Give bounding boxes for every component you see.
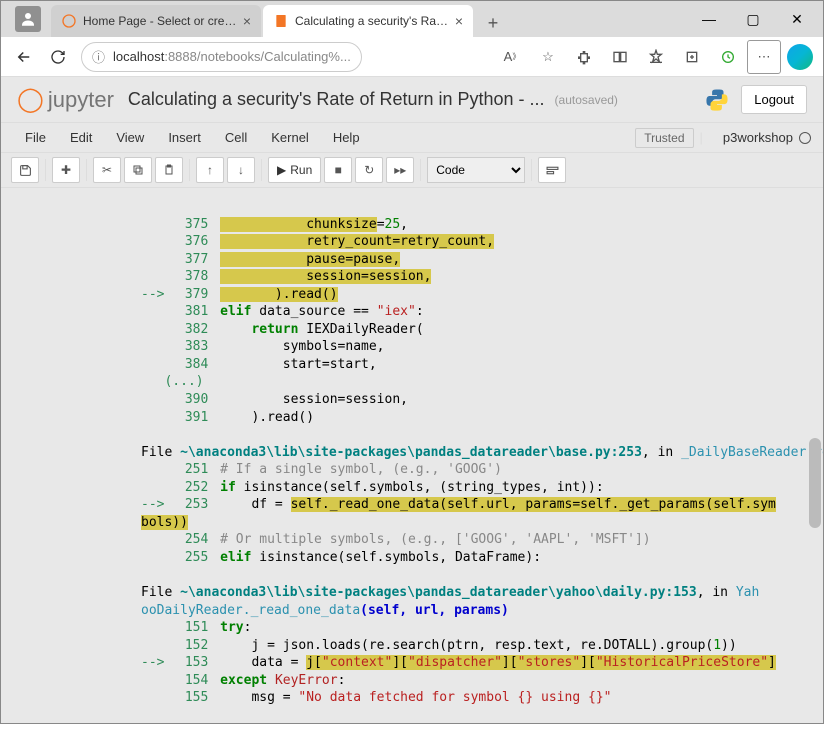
logout-button[interactable]: Logout — [741, 85, 807, 114]
site-info-icon[interactable]: ⓘ — [92, 47, 105, 66]
bing-chat-icon[interactable] — [783, 40, 817, 74]
trusted-badge[interactable]: Trusted — [635, 128, 693, 148]
notebook-tab-icon — [273, 13, 289, 29]
close-tab-icon[interactable]: × — [243, 13, 251, 29]
profile-avatar-icon[interactable] — [15, 6, 41, 32]
scrollbar-thumb[interactable] — [809, 438, 821, 528]
kernel-name: p3workshop — [723, 130, 793, 145]
url-input[interactable]: ⓘ localhost:8888/notebooks/Calculating%.… — [81, 42, 362, 72]
maximize-button[interactable]: ▢ — [731, 4, 775, 34]
close-button[interactable]: ✕ — [775, 4, 819, 34]
copy-button[interactable] — [124, 157, 152, 183]
collections-icon[interactable] — [675, 40, 709, 74]
autosave-status: (autosaved) — [555, 93, 618, 107]
split-screen-icon[interactable] — [603, 40, 637, 74]
new-tab-button[interactable]: + — [479, 9, 507, 37]
add-cell-button[interactable]: ✚ — [52, 157, 80, 183]
move-up-button[interactable]: ↑ — [196, 157, 224, 183]
cut-button[interactable]: ✂ — [93, 157, 121, 183]
menu-file[interactable]: File — [13, 126, 58, 149]
menu-edit[interactable]: Edit — [58, 126, 104, 149]
favorite-icon[interactable]: ☆ — [531, 40, 565, 74]
move-down-button[interactable]: ↓ — [227, 157, 255, 183]
menu-view[interactable]: View — [104, 126, 156, 149]
kernel-indicator[interactable]: p3workshop — [723, 130, 811, 145]
save-button[interactable] — [11, 157, 39, 183]
python-logo-icon — [703, 86, 731, 114]
tab-title: Home Page - Select or create a n — [83, 14, 237, 28]
notebook-output: 375 chunksize=25, 376 retry_count=retry_… — [1, 188, 823, 723]
tab-title: Calculating a security's Rate of R — [295, 14, 449, 28]
refresh-button[interactable] — [41, 40, 75, 74]
cell-type-select[interactable]: Code — [427, 157, 525, 183]
minimize-button[interactable]: — — [687, 4, 731, 34]
menu-help[interactable]: Help — [321, 126, 372, 149]
read-aloud-icon[interactable]: A》 — [495, 40, 529, 74]
browser-titlebar: Home Page - Select or create a n × Calcu… — [1, 1, 823, 37]
jupyter-logo[interactable]: ◯ jupyter — [17, 85, 114, 114]
menu-cell[interactable]: Cell — [213, 126, 259, 149]
window-controls: — ▢ ✕ — [687, 4, 819, 34]
menu-kernel[interactable]: Kernel — [259, 126, 321, 149]
paste-button[interactable] — [155, 157, 183, 183]
command-palette-button[interactable] — [538, 157, 566, 183]
extensions-icon[interactable] — [567, 40, 601, 74]
favorites-bar-icon[interactable] — [639, 40, 673, 74]
interrupt-button[interactable]: ■ — [324, 157, 352, 183]
jupyter-header: ◯ jupyter Calculating a security's Rate … — [1, 77, 823, 123]
close-tab-icon[interactable]: × — [455, 13, 463, 29]
browser-window: Home Page - Select or create a n × Calcu… — [0, 0, 824, 724]
address-bar: ⓘ localhost:8888/notebooks/Calculating%.… — [1, 37, 823, 77]
performance-icon[interactable] — [711, 40, 745, 74]
more-menu-icon[interactable]: ⋯ — [747, 40, 781, 74]
jupyter-tab-icon — [61, 13, 77, 29]
jupyter-orbit-icon: ◯ — [17, 85, 44, 114]
menu-insert[interactable]: Insert — [156, 126, 213, 149]
browser-tab-home[interactable]: Home Page - Select or create a n × — [51, 5, 261, 37]
jupyter-logo-text: jupyter — [48, 87, 114, 113]
tab-strip: Home Page - Select or create a n × Calcu… — [51, 1, 687, 37]
restart-button[interactable]: ↻ — [355, 157, 383, 183]
notebook-title[interactable]: Calculating a security's Rate of Return … — [128, 89, 545, 110]
kernel-status-icon — [799, 132, 811, 144]
restart-run-all-button[interactable]: ▸▸ — [386, 157, 414, 183]
run-button[interactable]: ▶ Run — [268, 157, 321, 183]
browser-tab-notebook[interactable]: Calculating a security's Rate of R × — [263, 5, 473, 37]
toolbar: ✚ ✂ ↑ ↓ ▶ Run ■ ↻ ▸▸ Code — [1, 153, 823, 188]
url-host: localhost — [113, 49, 164, 64]
url-port: :8888 — [164, 49, 197, 64]
url-path: /notebooks/Calculating%... — [197, 49, 351, 64]
menu-bar: File Edit View Insert Cell Kernel Help T… — [1, 123, 823, 153]
back-button[interactable] — [7, 40, 41, 74]
